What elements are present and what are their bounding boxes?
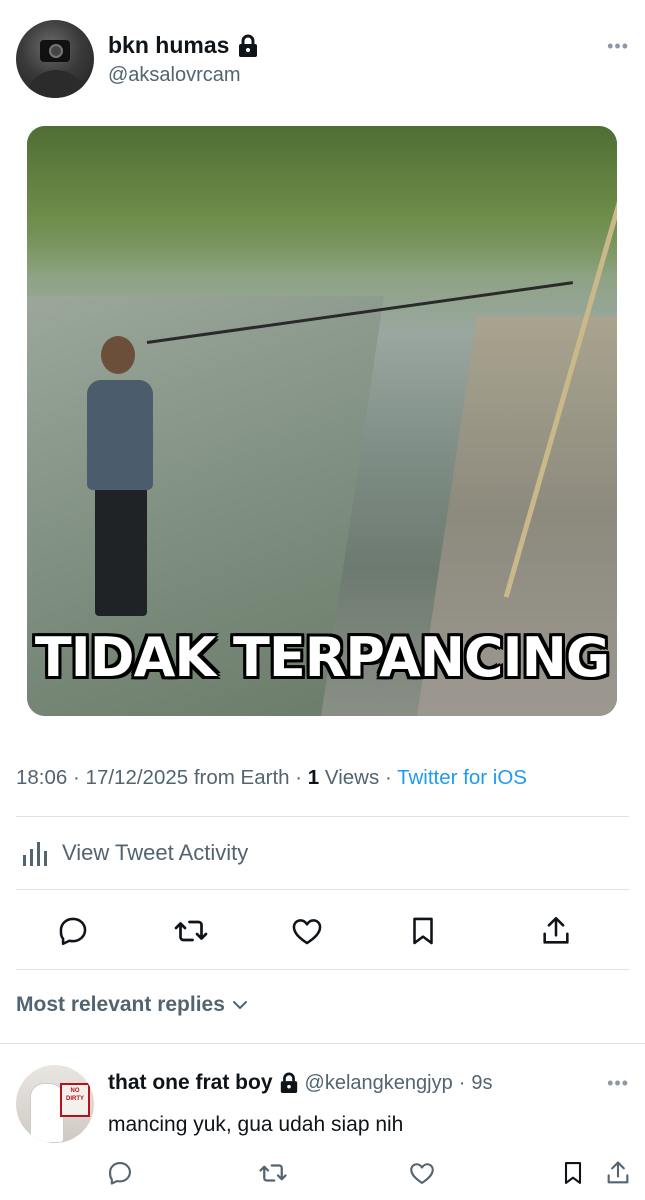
- bookmark-button[interactable]: [402, 910, 444, 952]
- reply-text: mancing yuk, gua udah siap nih: [108, 1113, 404, 1136]
- share-icon: [543, 916, 569, 944]
- tweet-meta: 18:06 · 17/12/2025 from Earth · 1 Views …: [16, 766, 527, 789]
- reply-like-button[interactable]: [404, 1155, 440, 1191]
- bookmark-icon: [564, 1162, 582, 1184]
- reply-icon: [59, 917, 87, 946]
- replies-sort-dropdown[interactable]: Most relevant replies: [16, 993, 249, 1017]
- lock-icon: [280, 1072, 297, 1093]
- reply-share-button[interactable]: [600, 1155, 636, 1191]
- author-avatar[interactable]: [16, 20, 94, 98]
- reply-reply-button[interactable]: [102, 1155, 138, 1191]
- reply-header: that one frat boy @kelangkengjyp · 9s: [108, 1071, 493, 1095]
- retweet-icon: [174, 920, 208, 942]
- tweet-source-link[interactable]: Twitter for iOS: [397, 766, 527, 789]
- tweet-action-bar: [0, 910, 645, 952]
- reply-author-handle[interactable]: @kelangkengjyp: [305, 1072, 453, 1095]
- tweet-image[interactable]: TIDAK TERPANCING: [27, 126, 617, 716]
- views-count: 1: [307, 766, 320, 789]
- author-handle[interactable]: @aksalovrcam: [108, 64, 241, 87]
- tweet-time: 18:06: [16, 766, 68, 789]
- divider: [16, 816, 629, 817]
- replies-sort-label: Most relevant replies: [16, 993, 225, 1016]
- reply-bookmark-button[interactable]: [555, 1155, 591, 1191]
- retweet-button[interactable]: [170, 910, 212, 952]
- reply-age: 9s: [471, 1071, 493, 1094]
- divider: [16, 889, 629, 890]
- analytics-icon: [23, 842, 47, 866]
- bookmark-icon: [413, 917, 433, 945]
- like-icon: [292, 919, 322, 945]
- reply-author-avatar[interactable]: NO DIRTY: [16, 1065, 94, 1143]
- chevron-down-icon: [232, 1001, 247, 1009]
- fisherman-figure: [87, 336, 157, 616]
- image-caption: TIDAK TERPANCING: [34, 626, 610, 689]
- more-options-icon[interactable]: •••: [607, 36, 629, 57]
- author-name[interactable]: bkn humas: [108, 32, 229, 59]
- share-icon: [607, 1161, 629, 1184]
- tweet-location: from Earth: [193, 766, 290, 789]
- tweet-date: 17/12/2025: [85, 766, 189, 789]
- like-icon: [410, 1163, 434, 1184]
- reply-retweet-button[interactable]: [255, 1155, 291, 1191]
- view-tweet-activity-label: View Tweet Activity: [62, 840, 249, 865]
- reply-tweet[interactable]: NO DIRTY that one frat boy @kelangkengjyp…: [0, 1045, 645, 1200]
- like-button[interactable]: [286, 910, 328, 952]
- divider: [0, 1043, 645, 1044]
- reply-more-options-icon[interactable]: •••: [607, 1073, 629, 1094]
- reply-icon: [109, 1162, 131, 1185]
- share-button[interactable]: [535, 910, 577, 952]
- tweet-header: bkn humas @aksalovrcam •••: [0, 0, 645, 110]
- view-tweet-activity-button[interactable]: View Tweet Activity: [20, 838, 248, 868]
- reply-button[interactable]: [52, 910, 94, 952]
- reply-action-bar: [0, 1155, 645, 1195]
- retweet-icon: [259, 1164, 287, 1182]
- divider: [16, 969, 629, 970]
- views-label: Views: [324, 766, 380, 789]
- reply-author-name[interactable]: that one frat boy: [108, 1071, 273, 1095]
- lock-icon: [239, 34, 258, 57]
- author-name-row[interactable]: bkn humas: [108, 32, 259, 59]
